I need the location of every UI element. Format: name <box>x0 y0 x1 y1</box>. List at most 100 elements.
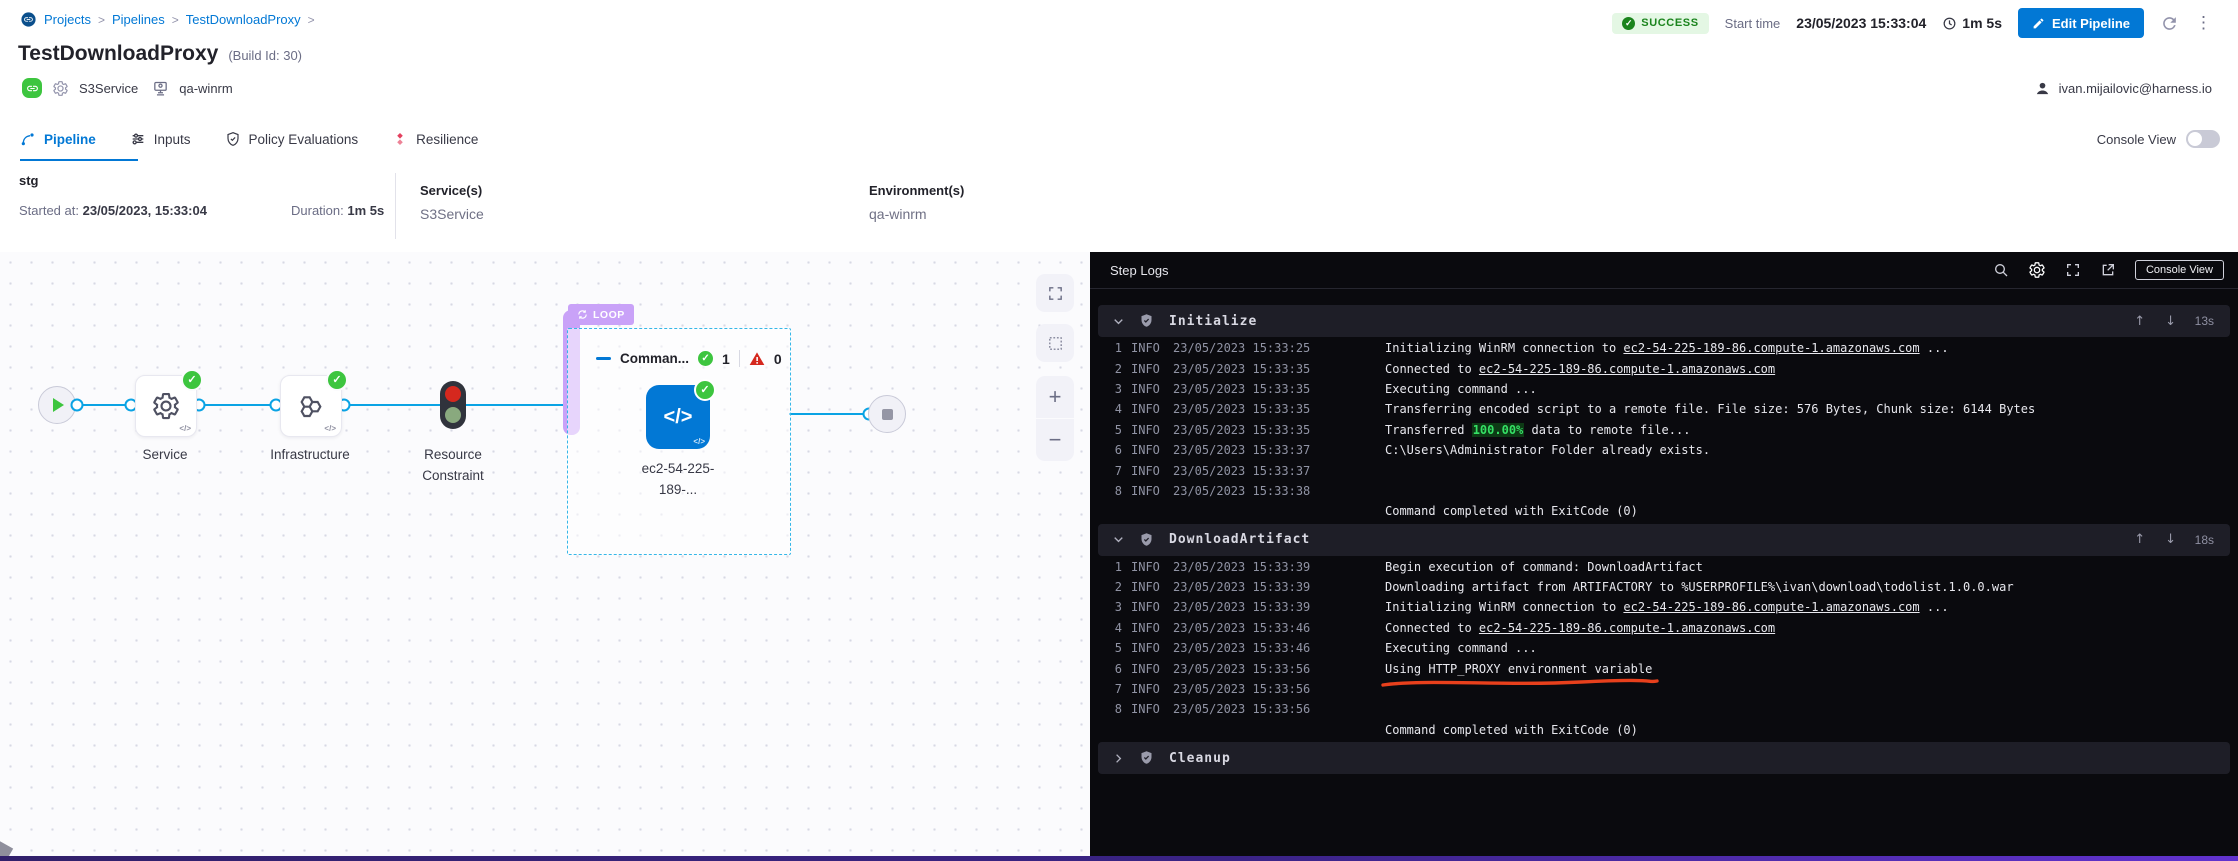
log-text: Executing command ... <box>1385 641 1537 655</box>
success-check-icon: ✓ <box>326 369 348 391</box>
zoom-out-button[interactable]: − <box>1036 419 1074 461</box>
scroll-down-icon[interactable]: ↓ <box>2165 532 2176 547</box>
tab-pipeline[interactable]: Pipeline <box>20 118 96 160</box>
tab-inputs[interactable]: Inputs <box>130 118 191 160</box>
breadcrumb-pipeline-name[interactable]: TestDownloadProxy <box>186 12 301 27</box>
environments-label: Environment(s) <box>869 183 964 198</box>
services-value[interactable]: S3Service <box>420 206 484 222</box>
kebab-menu-icon[interactable]: ⋮ <box>2195 13 2212 33</box>
edge <box>78 404 131 406</box>
log-host-link[interactable]: ec2-54-225-189-86.compute-1.amazonaws.co… <box>1479 362 1775 376</box>
code-decal-icon: </> <box>693 437 705 446</box>
tab-policy-evaluations-label: Policy Evaluations <box>249 132 359 147</box>
line-number: 7 <box>1098 464 1122 478</box>
command-step-node[interactable]: </> ✓ </> <box>646 385 710 449</box>
red-light-icon <box>445 386 461 402</box>
gear-icon <box>151 391 181 421</box>
log-message: Initializing WinRM connection to ec2-54-… <box>1385 600 1949 614</box>
tab-resilience[interactable]: Resilience <box>392 118 478 160</box>
chevron-down-icon[interactable] <box>1112 533 1126 546</box>
command-group-title[interactable]: Comman... <box>620 351 689 366</box>
console-view-toggle[interactable] <box>2186 130 2220 148</box>
start-time-label: Start time <box>1725 16 1781 31</box>
open-in-new-icon[interactable] <box>2100 262 2116 278</box>
log-settings-gear-icon[interactable] <box>2028 261 2046 279</box>
environments-value[interactable]: qa-winrm <box>869 206 964 222</box>
log-timestamp: 23/05/2023 15:33:39 <box>1173 600 1323 614</box>
breadcrumb: Projects > Pipelines > TestDownloadProxy… <box>20 11 315 28</box>
collapse-minus-icon[interactable] <box>596 357 611 360</box>
refresh-icon[interactable] <box>2160 14 2179 33</box>
log-level: INFO <box>1131 580 1171 594</box>
log-level: INFO <box>1131 702 1171 716</box>
breadcrumb-pipelines[interactable]: Pipelines <box>112 12 165 27</box>
edit-pipeline-button[interactable]: Edit Pipeline <box>2018 8 2144 38</box>
marquee-select-button[interactable] <box>1036 324 1074 362</box>
scroll-up-icon[interactable]: ↑ <box>2134 314 2145 329</box>
log-text: Transferring encoded script to a remote … <box>1385 402 2035 416</box>
expand-logs-icon[interactable] <box>2065 262 2081 278</box>
tab-policy-evaluations[interactable]: Policy Evaluations <box>225 118 359 160</box>
console-view-button[interactable]: Console View <box>2135 260 2224 280</box>
play-icon <box>53 398 64 412</box>
scroll-down-icon[interactable]: ↓ <box>2165 314 2176 329</box>
log-timestamp: 23/05/2023 15:33:46 <box>1173 621 1323 635</box>
breadcrumb-projects[interactable]: Projects <box>44 12 91 27</box>
log-line: 5INFO23/05/2023 15:33:46Executing comman… <box>1098 638 2230 658</box>
fullscreen-button[interactable] <box>1036 274 1074 312</box>
resource-constraint-node[interactable] <box>440 381 466 429</box>
search-icon[interactable] <box>1993 262 2009 278</box>
service-node-label: Service <box>142 444 187 465</box>
log-timestamp: 23/05/2023 15:33:37 <box>1173 464 1323 478</box>
services-column: Service(s) S3Service <box>420 183 484 222</box>
resource-constraint-label: Resource Constraint <box>405 444 501 486</box>
log-line: 4INFO23/05/2023 15:33:35Transferring enc… <box>1098 399 2230 419</box>
chevron-right-icon[interactable] <box>1112 752 1126 765</box>
pipeline-graph-canvas[interactable]: ✓ </> Service ✓ </> Infrastructure Resou… <box>0 252 1090 857</box>
zoom-in-button[interactable]: + <box>1036 376 1074 418</box>
scroll-up-icon[interactable]: ↑ <box>2134 532 2145 547</box>
line-number: 6 <box>1098 662 1122 676</box>
log-message: Using HTTP_PROXY environment variable <box>1385 662 1652 676</box>
line-number: 6 <box>1098 443 1122 457</box>
started-value: 23/05/2023, 15:33:04 <box>83 203 207 218</box>
chevron-down-icon[interactable] <box>1112 315 1126 328</box>
log-host-link[interactable]: ec2-54-225-189-86.compute-1.amazonaws.co… <box>1479 621 1775 635</box>
line-number: 3 <box>1098 382 1122 396</box>
service-gear-icon <box>52 80 69 97</box>
log-line: 2INFO23/05/2023 15:33:39Downloading arti… <box>1098 577 2230 597</box>
success-count: 1 <box>722 351 730 367</box>
environment-tag[interactable]: qa-winrm <box>179 81 232 96</box>
step-logs-title: Step Logs <box>1110 263 1169 278</box>
toggle-knob <box>2188 132 2202 146</box>
stage-duration: Duration: 1m 5s <box>291 203 384 218</box>
code-decal-icon: </> <box>179 424 191 433</box>
command-group-header: Comman... ✓ 1 0 <box>596 350 782 367</box>
execution-meta: ✓ SUCCESS Start time 23/05/2023 15:33:04… <box>1612 8 2212 38</box>
line-number: 4 <box>1098 402 1122 416</box>
watermark-shape <box>0 836 22 857</box>
log-host-link[interactable]: ec2-54-225-189-86.compute-1.amazonaws.co… <box>1623 341 1919 355</box>
log-level: INFO <box>1131 621 1171 635</box>
log-host-link[interactable]: ec2-54-225-189-86.compute-1.amazonaws.co… <box>1623 600 1919 614</box>
log-section-header[interactable]: Cleanup <box>1098 742 2230 774</box>
start-time-value: 23/05/2023 15:33:04 <box>1796 15 1926 31</box>
log-timestamp: 23/05/2023 15:33:35 <box>1173 382 1323 396</box>
section-duration: 18s <box>2192 533 2214 547</box>
end-node[interactable] <box>868 395 906 433</box>
infrastructure-node[interactable]: ✓ </> <box>280 375 342 437</box>
log-level: INFO <box>1131 443 1171 457</box>
bottom-accent-bar <box>0 856 2238 861</box>
pencil-icon <box>2032 17 2045 30</box>
service-tag[interactable]: S3Service <box>79 81 138 96</box>
log-rows: 1INFO23/05/2023 15:33:39Begin execution … <box>1098 556 2230 741</box>
log-timestamp: 23/05/2023 15:33:39 <box>1173 560 1323 574</box>
log-section-header[interactable]: Initialize↑↓13s <box>1098 305 2230 337</box>
build-id: (Build Id: 30) <box>228 48 302 63</box>
stage-name: stg <box>19 173 39 188</box>
log-timestamp: 23/05/2023 15:33:25 <box>1173 341 1323 355</box>
log-line: 2INFO23/05/2023 15:33:35Connected to ec2… <box>1098 358 2230 378</box>
log-section-header[interactable]: DownloadArtifact↑↓18s <box>1098 524 2230 556</box>
service-node[interactable]: ✓ </> <box>135 375 197 437</box>
infrastructure-node-label: Infrastructure <box>270 444 350 465</box>
